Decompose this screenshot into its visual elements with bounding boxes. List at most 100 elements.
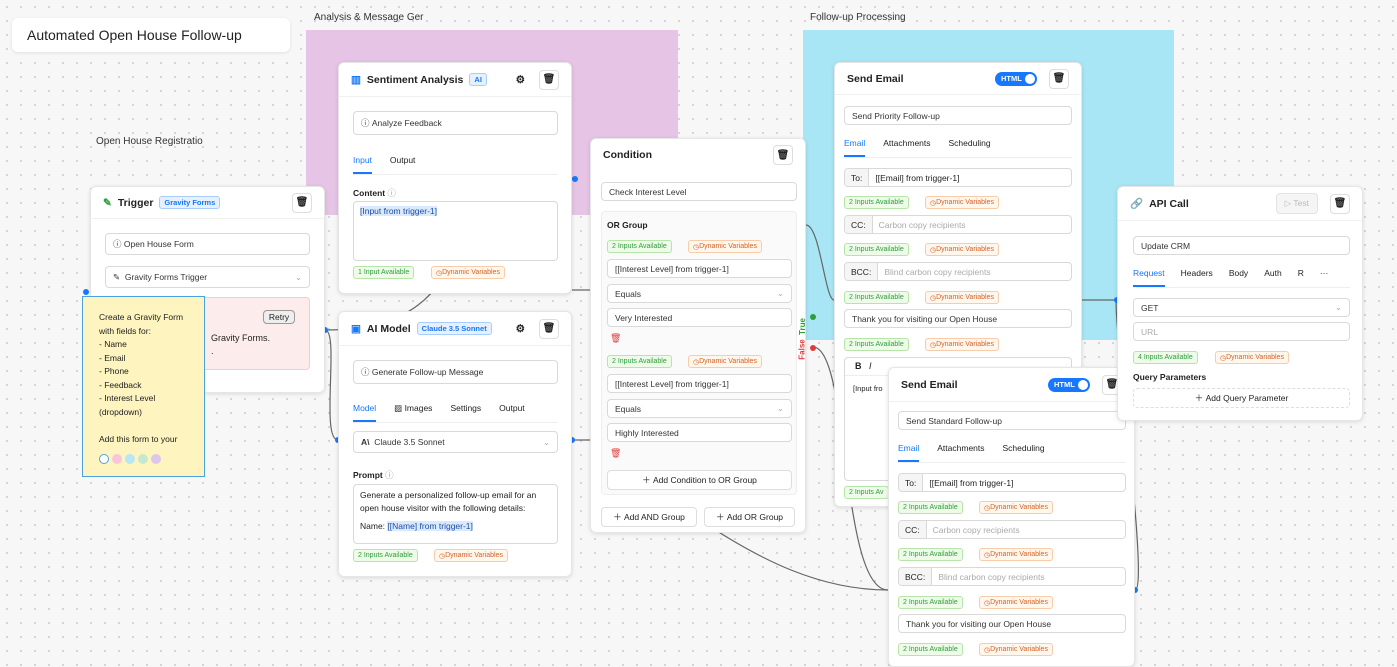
to-field[interactable]: To: [[Email] from trigger-1] bbox=[844, 168, 1072, 187]
dynamic-variables-badge[interactable]: ◷ Dynamic Variables bbox=[979, 548, 1053, 561]
tab-scheduling[interactable]: Scheduling bbox=[1003, 443, 1045, 462]
dynamic-variables-badge[interactable]: ◷ Dynamic Variables bbox=[434, 549, 508, 562]
inputs-available-badge[interactable]: 1 Input Available bbox=[353, 266, 415, 279]
trigger-type-select[interactable]: ✎ Gravity Forms Trigger ⌄ bbox=[105, 266, 310, 288]
dynamic-variables-badge[interactable]: ◷ Dynamic Variables bbox=[431, 266, 505, 279]
model-select[interactable]: A\ Claude 3.5 Sonnet ⌄ bbox=[353, 431, 558, 453]
tab-body[interactable]: Body bbox=[1229, 268, 1248, 287]
delete-button[interactable]: 🗑 bbox=[773, 145, 793, 165]
tab-email[interactable]: Email bbox=[844, 138, 866, 157]
tab-output[interactable]: Output bbox=[499, 403, 525, 422]
send-email-node-standard[interactable]: Send Email HTML 🗑 Send Standard Follow-up … bbox=[888, 367, 1135, 667]
delete-button[interactable]: 🗑 bbox=[1330, 193, 1350, 214]
operator-select[interactable]: Equals ⌄ bbox=[607, 399, 792, 418]
sentiment-analysis-node[interactable]: ▥ Sentiment Analysis AI ⚙ 🗑 ⓘ Analyze Feedba… bbox=[338, 62, 572, 294]
method-select[interactable]: GET ⌄ bbox=[1133, 298, 1350, 317]
more-tabs-icon[interactable]: ··· bbox=[1320, 268, 1329, 287]
subject-field[interactable]: Thank you for visiting our Open House bbox=[898, 614, 1126, 633]
gear-icon[interactable]: ⚙ bbox=[516, 323, 525, 335]
dynamic-variables-badge[interactable]: ◷ Dynamic Variables bbox=[688, 240, 762, 253]
gear-icon[interactable]: ⚙ bbox=[516, 74, 525, 86]
tab-output[interactable]: Output bbox=[390, 155, 416, 174]
html-toggle[interactable]: HTML bbox=[1048, 377, 1090, 392]
handle[interactable] bbox=[810, 314, 816, 320]
italic-icon[interactable]: I bbox=[869, 361, 872, 371]
tab-auth[interactable]: Auth bbox=[1264, 268, 1282, 287]
tab-settings[interactable]: Settings bbox=[450, 403, 481, 422]
cc-field[interactable]: CC: Carbon copy recipients bbox=[898, 520, 1126, 539]
color-swatch-blue[interactable] bbox=[125, 454, 135, 464]
add-or-group-button[interactable]: ＋ Add OR Group bbox=[704, 507, 795, 527]
trash-icon[interactable]: 🗑 bbox=[610, 448, 621, 459]
color-swatch-pink[interactable] bbox=[112, 454, 122, 464]
operator-select[interactable]: Equals ⌄ bbox=[607, 284, 792, 303]
tab-attachments[interactable]: Attachments bbox=[937, 443, 984, 462]
color-swatch-white[interactable] bbox=[99, 454, 109, 464]
condition-field[interactable]: [[Interest Level] from trigger-1] bbox=[607, 374, 792, 393]
handle[interactable] bbox=[83, 289, 89, 295]
delete-button[interactable]: 🗑 bbox=[539, 318, 559, 339]
inputs-available-badge[interactable]: 2 Inputs Available bbox=[607, 355, 672, 368]
node-name-field[interactable]: ⓘ Generate Follow-up Message bbox=[353, 360, 558, 384]
bold-icon[interactable]: B bbox=[855, 361, 862, 371]
dynamic-variables-badge[interactable]: ◷ Dynamic Variables bbox=[688, 355, 762, 368]
color-swatch-purple[interactable] bbox=[151, 454, 161, 464]
api-call-node[interactable]: 🔗 API Call ▷ Test 🗑 Update CRM Request Heade… bbox=[1117, 186, 1363, 421]
condition-node[interactable]: Condition 🗑 Check Interest Level OR Group… bbox=[590, 138, 806, 533]
inputs-available-badge[interactable]: 2 Inputs Available bbox=[844, 243, 909, 256]
inputs-available-badge[interactable]: 2 Inputs Available bbox=[844, 196, 909, 209]
inputs-available-badge[interactable]: 2 Inputs Available bbox=[898, 501, 963, 514]
tab-attachments[interactable]: Attachments bbox=[883, 138, 930, 157]
condition-name-field[interactable]: Check Interest Level bbox=[601, 182, 797, 201]
tab-request[interactable]: Request bbox=[1133, 268, 1165, 287]
workflow-title[interactable]: Automated Open House Follow-up bbox=[12, 18, 290, 52]
content-textarea[interactable]: [Input from trigger-1] bbox=[353, 201, 558, 261]
prompt-textarea[interactable]: Generate a personalized follow-up email … bbox=[353, 484, 558, 544]
add-condition-button[interactable]: ＋ Add Condition to OR Group bbox=[607, 470, 792, 490]
condition-value[interactable]: Very Interested bbox=[607, 308, 792, 327]
inputs-available-badge[interactable]: 2 Inputs Available bbox=[898, 548, 963, 561]
dynamic-variables-badge[interactable]: ◷ Dynamic Variables bbox=[979, 596, 1053, 609]
trash-icon[interactable]: 🗑 bbox=[610, 333, 621, 344]
ai-model-node[interactable]: ▣ AI Model Claude 3.5 Sonnet ⚙ 🗑 ⓘ Generate … bbox=[338, 311, 572, 577]
retry-button[interactable]: Retry bbox=[263, 310, 295, 324]
node-name-field[interactable]: ⓘ Analyze Feedback bbox=[353, 111, 558, 135]
inputs-available-badge[interactable]: 4 Inputs Available bbox=[1133, 351, 1198, 364]
inputs-available-badge[interactable]: 2 Inputs Available bbox=[353, 549, 418, 562]
dynamic-variables-badge[interactable]: ◷ Dynamic Variables bbox=[925, 338, 999, 351]
color-swatch-green[interactable] bbox=[138, 454, 148, 464]
dynamic-variables-badge[interactable]: ◷ Dynamic Variables bbox=[979, 501, 1053, 514]
inputs-available-badge[interactable]: 2 Inputs Available bbox=[898, 643, 963, 656]
inputs-available-badge[interactable]: 2 Inputs Available bbox=[844, 338, 909, 351]
tab-headers[interactable]: Headers bbox=[1181, 268, 1213, 287]
dynamic-variables-badge[interactable]: ◷ Dynamic Variables bbox=[979, 643, 1053, 656]
node-name-field[interactable]: Update CRM bbox=[1133, 236, 1350, 255]
url-input[interactable]: URL bbox=[1133, 322, 1350, 341]
sticky-note[interactable]: Create a Gravity Form with fields for: -… bbox=[82, 296, 205, 477]
tab-response[interactable]: R bbox=[1298, 268, 1304, 287]
condition-value[interactable]: Highly Interested bbox=[607, 423, 792, 442]
tab-model[interactable]: Model bbox=[353, 403, 377, 422]
handle[interactable] bbox=[572, 176, 578, 182]
tab-email[interactable]: Email bbox=[898, 443, 920, 462]
handle[interactable] bbox=[810, 345, 816, 351]
inputs-available-badge[interactable]: 2 Inputs Available bbox=[844, 291, 909, 304]
tab-images[interactable]: ▨ Images bbox=[394, 403, 432, 422]
test-button[interactable]: ▷ Test bbox=[1275, 193, 1318, 214]
node-name-field[interactable]: Send Priority Follow-up bbox=[844, 106, 1072, 125]
subject-field[interactable]: Thank you for visiting our Open House bbox=[844, 309, 1072, 328]
dynamic-variables-badge[interactable]: ◷ Dynamic Variables bbox=[925, 196, 999, 209]
inputs-available-badge[interactable]: 2 Inputs Available bbox=[607, 240, 672, 253]
condition-field[interactable]: [[Interest Level] from trigger-1] bbox=[607, 259, 792, 278]
add-and-group-button[interactable]: ＋ Add AND Group bbox=[601, 507, 697, 527]
dynamic-variables-badge[interactable]: ◷ Dynamic Variables bbox=[925, 291, 999, 304]
dynamic-variables-badge[interactable]: ◷ Dynamic Variables bbox=[1215, 351, 1289, 364]
delete-button[interactable]: 🗑 bbox=[539, 69, 559, 90]
form-name-field[interactable]: ⓘ Open House Form bbox=[105, 233, 310, 255]
dynamic-variables-badge[interactable]: ◷ Dynamic Variables bbox=[925, 243, 999, 256]
to-field[interactable]: To: [[Email] from trigger-1] bbox=[898, 473, 1126, 492]
html-toggle[interactable]: HTML bbox=[995, 71, 1037, 86]
inputs-available-badge[interactable]: 2 Inputs Available bbox=[898, 596, 963, 609]
cc-field[interactable]: CC: Carbon copy recipients bbox=[844, 215, 1072, 234]
tab-input[interactable]: Input bbox=[353, 155, 372, 174]
